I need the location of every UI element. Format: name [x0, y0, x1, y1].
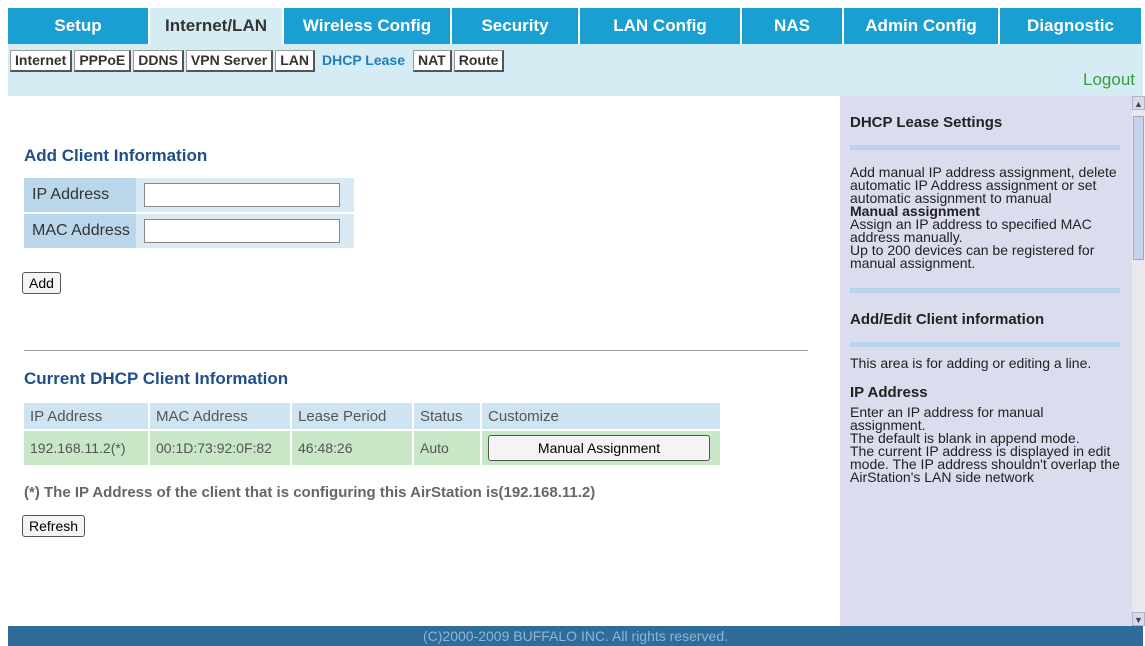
help-heading-dhcp-lease: DHCP Lease Settings — [850, 114, 1003, 131]
tab-internet-lan[interactable]: Internet/LAN — [150, 8, 282, 44]
help-heading-add-edit: Add/Edit Client information — [850, 311, 1045, 328]
scroll-down-arrow-icon[interactable]: ▼ — [1132, 612, 1145, 626]
mac-address-label: MAC Address — [24, 214, 136, 248]
subtab-route[interactable]: Route — [453, 50, 505, 72]
col-customize: Customize — [481, 403, 722, 430]
help-text-add-edit: This area is for adding or editing a lin… — [850, 355, 1092, 371]
ip-address-input[interactable] — [144, 183, 340, 207]
row-ip-address: 192.168.11.2(*) — [24, 429, 150, 465]
current-dhcp-title: Current DHCP Client Information — [24, 369, 289, 388]
client-note: (*) The IP Address of the client that is… — [24, 484, 596, 501]
tab-wireless-config[interactable]: Wireless Config — [284, 8, 450, 44]
manual-assignment-button[interactable]: Manual Assignment — [488, 435, 710, 461]
tab-security[interactable]: Security — [452, 8, 578, 44]
col-ip-address: IP Address — [24, 403, 150, 430]
top-nav: Setup Internet/LAN Wireless Config Secur… — [8, 8, 1143, 44]
tab-diagnostic[interactable]: Diagnostic — [1000, 8, 1141, 44]
help-content: DHCP Lease Settings Add manual IP addres… — [850, 96, 1120, 484]
help-divider — [850, 288, 1120, 293]
subnav-tabs: Internet PPPoE DDNS VPN Server LAN DHCP … — [10, 50, 506, 72]
main-content: Add Client Information IP Address MAC Ad… — [8, 96, 840, 626]
help-divider — [850, 145, 1120, 150]
mac-address-cell — [136, 214, 354, 248]
ip-address-row: IP Address — [24, 178, 354, 212]
subtab-lan[interactable]: LAN — [275, 50, 315, 72]
subtab-ddns[interactable]: DDNS — [133, 50, 184, 72]
subtab-dhcp-lease[interactable]: DHCP Lease — [316, 50, 411, 72]
tab-nas[interactable]: NAS — [742, 8, 842, 44]
help-panel: DHCP Lease Settings Add manual IP addres… — [840, 96, 1132, 626]
subtab-vpn-server[interactable]: VPN Server — [185, 50, 274, 72]
refresh-button[interactable]: Refresh — [22, 515, 86, 537]
table-row: 192.168.11.2(*) 00:1D:73:92:0F:82 46:48:… — [24, 429, 722, 465]
footer-copyright: (C)2000-2009 BUFFALO INC. All rights res… — [8, 626, 1143, 646]
add-button[interactable]: Add — [22, 272, 61, 294]
help-text-ip-edit: The current IP address is displayed in e… — [850, 443, 1120, 485]
help-heading-ip-address: IP Address — [850, 384, 928, 401]
row-mac-address: 00:1D:73:92:0F:82 — [149, 429, 292, 465]
help-text-ip-manual: Enter an IP address for manual assignmen… — [850, 404, 1044, 433]
subtab-nat[interactable]: NAT — [413, 50, 452, 72]
logout-link[interactable]: Logout — [1083, 70, 1135, 90]
help-text-manual: Assign an IP address to specified MAC ad… — [850, 216, 1092, 245]
help-scrollbar[interactable]: ▲ ▼ — [1132, 96, 1145, 626]
add-client-title: Add Client Information — [24, 146, 208, 165]
table-header-row: IP Address MAC Address Lease Period Stat… — [24, 403, 722, 430]
help-text-intro: Add manual IP address assignment, delete… — [850, 164, 1117, 206]
row-lease-period: 46:48:26 — [291, 429, 414, 465]
tab-setup[interactable]: Setup — [8, 8, 148, 44]
help-divider — [850, 342, 1120, 347]
subnav-bar: Internet PPPoE DDNS VPN Server LAN DHCP … — [8, 44, 1143, 96]
subtab-pppoe[interactable]: PPPoE — [74, 50, 132, 72]
col-lease-period: Lease Period — [291, 403, 414, 430]
scroll-thumb[interactable] — [1133, 116, 1144, 260]
mac-address-input[interactable] — [144, 219, 340, 243]
dhcp-client-table: IP Address MAC Address Lease Period Stat… — [24, 403, 722, 465]
col-mac-address: MAC Address — [149, 403, 292, 430]
col-status: Status — [413, 403, 482, 430]
help-text-limit: Up to 200 devices can be registered for … — [850, 242, 1095, 271]
tab-lan-config[interactable]: LAN Config — [580, 8, 740, 44]
add-client-form: IP Address MAC Address — [24, 178, 354, 250]
ip-address-cell — [136, 178, 354, 212]
ip-address-label: IP Address — [24, 178, 136, 212]
subtab-internet[interactable]: Internet — [10, 50, 73, 72]
tab-admin-config[interactable]: Admin Config — [844, 8, 998, 44]
scroll-up-arrow-icon[interactable]: ▲ — [1132, 96, 1145, 110]
mac-address-row: MAC Address — [24, 214, 354, 248]
row-status: Auto — [413, 429, 482, 465]
section-divider — [24, 350, 808, 351]
row-customize: Manual Assignment — [481, 429, 722, 465]
